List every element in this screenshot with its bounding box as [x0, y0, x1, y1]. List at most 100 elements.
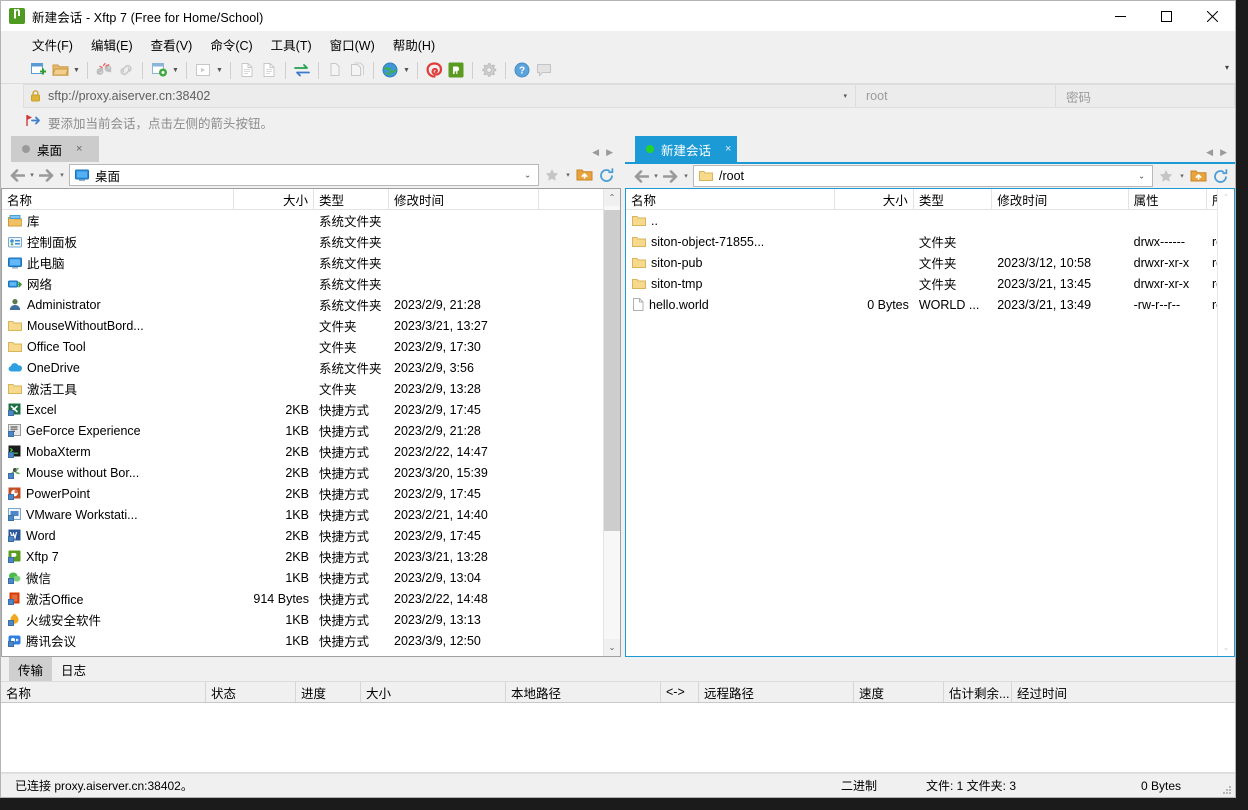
table-row[interactable]: Excel 2KB 快捷方式 2023/2/9, 17:45	[2, 399, 603, 420]
transfer-settings-icon[interactable]	[148, 59, 170, 81]
menu-file[interactable]: 文件(F)	[23, 32, 82, 57]
transfer-column-header[interactable]: 速度	[854, 682, 944, 702]
refresh-icon[interactable]	[1209, 165, 1231, 187]
table-row[interactable]: ..	[626, 210, 1217, 231]
table-row[interactable]: 库 系统文件夹	[2, 210, 603, 231]
sync-transfer-icon[interactable]	[291, 59, 313, 81]
menu-tools[interactable]: 工具(T)	[262, 32, 321, 57]
column-header[interactable]: 类型	[914, 189, 993, 209]
menu-view[interactable]: 查看(V)	[142, 32, 202, 57]
transfer-settings-dropdown-icon[interactable]: ▼	[170, 59, 181, 81]
transfer-column-header[interactable]: 状态	[206, 682, 296, 702]
column-header[interactable]: 修改时间	[992, 189, 1129, 209]
tab-desktop[interactable]: 桌面 ×	[11, 136, 99, 162]
table-row[interactable]: MobaXterm 2KB 快捷方式 2023/2/22, 14:47	[2, 441, 603, 462]
scroll-track[interactable]	[1218, 206, 1234, 639]
transfer-column-header[interactable]: 远程路径	[699, 682, 854, 702]
forward-arrow-icon[interactable]	[661, 165, 681, 187]
table-row[interactable]: Xftp 7 2KB 快捷方式 2023/3/21, 13:28	[2, 546, 603, 567]
tab-close-icon[interactable]: ×	[725, 143, 731, 155]
table-row[interactable]: 火绒安全软件 1KB 快捷方式 2023/2/9, 13:13	[2, 609, 603, 630]
column-header[interactable]	[539, 189, 603, 209]
table-row[interactable]: PowerPoint 2KB 快捷方式 2023/2/9, 17:45	[2, 483, 603, 504]
table-row[interactable]: siton-tmp 文件夹 2023/3/21, 13:45 drwxr-xr-x ro…	[626, 273, 1217, 294]
url-field[interactable]: sftp://proxy.aiserver.cn:38402 ▾	[23, 84, 855, 108]
table-row[interactable]: siton-object-71855... 文件夹 drwx------ root	[626, 231, 1217, 252]
back-arrow-icon[interactable]	[7, 164, 27, 186]
scroll-up-icon[interactable]: ⌃	[1218, 189, 1234, 206]
table-row[interactable]: Word 2KB 快捷方式 2023/2/9, 17:45	[2, 525, 603, 546]
column-header[interactable]: 大小	[835, 189, 914, 209]
transfer-column-header[interactable]: <->	[661, 682, 699, 702]
column-header[interactable]: 修改时间	[389, 189, 539, 209]
table-row[interactable]: 激活工具 文件夹 2023/2/9, 13:28	[2, 378, 603, 399]
scroll-down-icon[interactable]: ⌄	[604, 639, 620, 656]
new-session-icon[interactable]	[27, 59, 49, 81]
scroll-thumb[interactable]	[604, 210, 620, 531]
table-row[interactable]: hello.world 0 Bytes WORLD ... 2023/3/21, 13…	[626, 294, 1217, 315]
tab-prev-icon[interactable]: ◀	[1206, 147, 1213, 158]
column-header[interactable]: 所有者	[1207, 189, 1217, 209]
forward-dropdown-icon[interactable]: ▾	[57, 164, 67, 186]
maximize-button[interactable]	[1143, 1, 1189, 31]
table-row[interactable]: Office Tool 文件夹 2023/2/9, 17:30	[2, 336, 603, 357]
back-dropdown-icon[interactable]: ▾	[651, 165, 661, 187]
resize-grip-icon[interactable]	[1220, 783, 1232, 795]
settings-gear-icon[interactable]	[478, 59, 500, 81]
column-header[interactable]: 大小	[234, 189, 314, 209]
table-row[interactable]: 微信 1KB 快捷方式 2023/2/9, 13:04	[2, 567, 603, 588]
tab-log[interactable]: 日志	[52, 657, 95, 682]
globe-dropdown-icon[interactable]: ▼	[401, 59, 412, 81]
tab-prev-icon[interactable]: ◀	[592, 147, 599, 158]
close-button[interactable]	[1189, 1, 1235, 31]
menu-help[interactable]: 帮助(H)	[384, 32, 444, 57]
toolbar-overflow-icon[interactable]: ▾	[1225, 63, 1229, 72]
column-header[interactable]: 属性	[1129, 189, 1208, 209]
table-row[interactable]: siton-pub 文件夹 2023/3/12, 10:58 drwxr-xr-x ro…	[626, 252, 1217, 273]
tab-transfer[interactable]: 传输	[9, 656, 53, 682]
scroll-up-icon[interactable]: ⌃	[604, 189, 620, 206]
table-row[interactable]: OneDrive 系统文件夹 2023/2/9, 3:56	[2, 357, 603, 378]
back-dropdown-icon[interactable]: ▾	[27, 164, 37, 186]
parent-folder-icon[interactable]	[573, 164, 595, 186]
tab-next-icon[interactable]: ▶	[1220, 147, 1227, 158]
table-row[interactable]: Mouse without Bor... 2KB 快捷方式 2023/3/20, 15…	[2, 462, 603, 483]
star-icon[interactable]	[541, 164, 563, 186]
menu-window[interactable]: 窗口(W)	[321, 32, 384, 57]
minimize-button[interactable]	[1097, 1, 1143, 31]
forward-arrow-icon[interactable]	[37, 164, 57, 186]
password-input[interactable]: 密码	[1055, 84, 1235, 108]
parent-folder-icon[interactable]	[1187, 165, 1209, 187]
table-row[interactable]: 激活Office 914 Bytes 快捷方式 2023/2/22, 14:48	[2, 588, 603, 609]
remote-vertical-scrollbar[interactable]: ⌃ ⌄	[1217, 189, 1234, 656]
table-row[interactable]: 腾讯会议 1KB 快捷方式 2023/3/9, 12:50	[2, 630, 603, 651]
tab-next-icon[interactable]: ▶	[606, 147, 613, 158]
transfer-column-header[interactable]: 进度	[296, 682, 361, 702]
scroll-track[interactable]	[604, 206, 620, 639]
star-icon[interactable]	[1155, 165, 1177, 187]
column-header[interactable]: 类型	[314, 189, 389, 209]
tab-new-session[interactable]: 新建会话 ×	[635, 136, 738, 162]
xftp-toolbar-icon[interactable]	[445, 59, 467, 81]
path-dropdown-icon[interactable]: ⌄	[524, 171, 531, 180]
remote-path-input[interactable]: /root ⌄	[693, 165, 1153, 187]
refresh-icon[interactable]	[595, 164, 617, 186]
open-folder-icon[interactable]	[49, 59, 71, 81]
star-dropdown-icon[interactable]: ▾	[563, 164, 573, 186]
tab-close-icon[interactable]: ×	[76, 143, 82, 155]
help-icon[interactable]: ?	[511, 59, 533, 81]
table-row[interactable]: 控制面板 系统文件夹	[2, 231, 603, 252]
forward-dropdown-icon[interactable]: ▾	[681, 165, 691, 187]
transfer-column-header[interactable]: 本地路径	[506, 682, 661, 702]
table-row[interactable]: VMware Workstati... 1KB 快捷方式 2023/2/21, 14:…	[2, 504, 603, 525]
username-input[interactable]: root	[855, 84, 1055, 108]
url-dropdown-icon[interactable]: ▾	[843, 92, 847, 100]
column-header[interactable]: 名称	[2, 189, 234, 209]
scroll-down-icon[interactable]: ⌄	[1218, 639, 1234, 656]
table-row[interactable]: MouseWithoutBord... 文件夹 2023/3/21, 13:27	[2, 315, 603, 336]
table-row[interactable]: Administrator 系统文件夹 2023/2/9, 21:28	[2, 294, 603, 315]
transfer-column-header[interactable]: 大小	[361, 682, 506, 702]
table-row[interactable]: GeForce Experience 1KB 快捷方式 2023/2/9, 21:28	[2, 420, 603, 441]
table-row[interactable]: 网络 系统文件夹	[2, 273, 603, 294]
transfer-column-header[interactable]: 名称	[1, 682, 206, 702]
